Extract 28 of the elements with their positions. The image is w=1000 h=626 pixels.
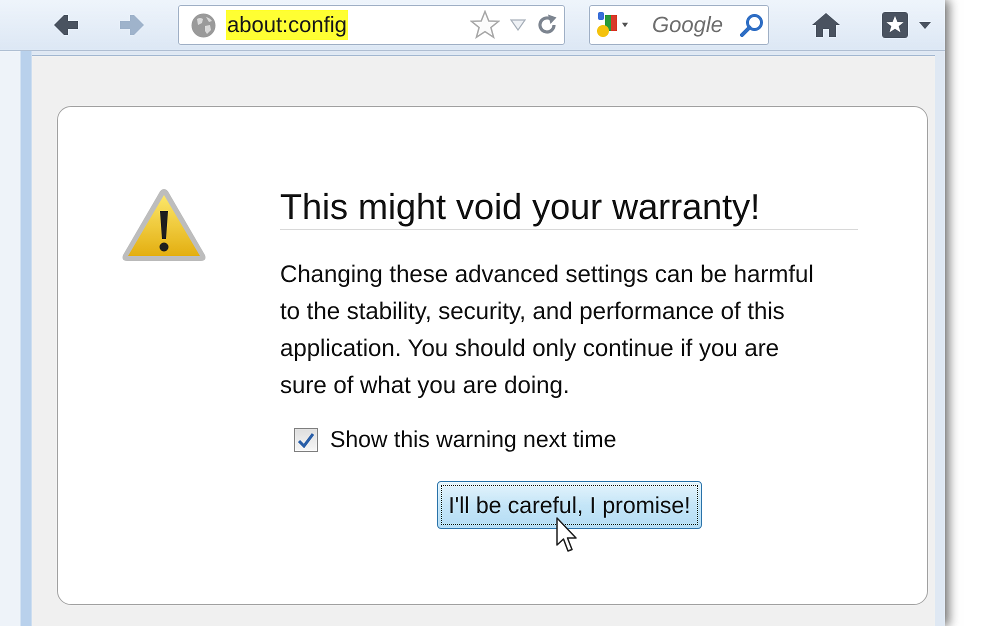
reload-icon xyxy=(536,14,558,36)
left-arrow-icon xyxy=(53,14,79,36)
caret-icon xyxy=(622,22,628,28)
star-icon xyxy=(470,10,500,40)
warning-title: This might void your warranty! xyxy=(280,185,858,230)
search-box[interactable]: Google xyxy=(589,5,769,45)
home-icon xyxy=(811,12,841,38)
search-icon xyxy=(740,13,764,37)
search-engine-logo-icon xyxy=(596,11,618,39)
right-arrow-icon xyxy=(119,14,145,36)
checkmark-icon xyxy=(298,432,314,448)
warning-message: Changing these advanced settings can be harmful to the stability, security, and performance of this application. You should only continue if you are sure of what you are doing. xyxy=(280,260,815,401)
search-field[interactable]: Google xyxy=(652,12,732,38)
url-text: about:config xyxy=(226,10,348,40)
search-engine-button[interactable] xyxy=(596,11,618,39)
home-button[interactable] xyxy=(811,12,841,38)
warning-checkbox[interactable] xyxy=(294,428,318,452)
accept-risk-button[interactable]: I'll be careful, I promise! xyxy=(437,481,702,529)
address-bar[interactable]: about:config xyxy=(178,5,565,45)
globe-icon xyxy=(191,12,216,38)
checkbox-label: Show this warning next time xyxy=(330,426,616,453)
caret-icon xyxy=(510,19,526,31)
caret-icon xyxy=(919,22,931,28)
search-button[interactable] xyxy=(740,13,764,37)
bookmarks-menu-button[interactable] xyxy=(881,11,931,39)
bookmark-star-button[interactable] xyxy=(470,10,500,40)
warning-icon xyxy=(121,187,207,263)
reload-button[interactable] xyxy=(536,14,558,36)
